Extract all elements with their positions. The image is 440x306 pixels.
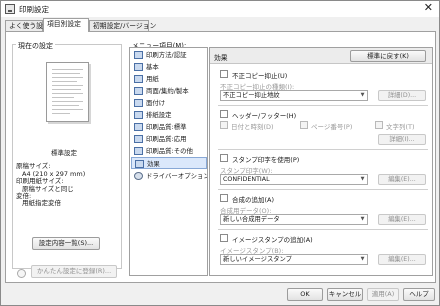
menu-item-label: 面付け bbox=[146, 99, 166, 107]
stamp-label: スタンプ印字を使用(P) bbox=[232, 156, 300, 164]
effects-icon bbox=[135, 160, 144, 168]
image-stamp-value: 新しいイメージスタンプ bbox=[223, 256, 292, 263]
menu-item-quality-other[interactable]: 印刷品質:その他 bbox=[131, 145, 207, 157]
overlay-label: 合成の追加(A) bbox=[232, 196, 275, 204]
date-time-checkbox[interactable] bbox=[220, 121, 228, 129]
basic-icon bbox=[134, 63, 143, 71]
summary-line: 用紙指定変倍 bbox=[22, 199, 61, 208]
print-settings-window: 印刷設定 ✕ よく使う設定 項目別設定 初期設定/バージョン 現在の設定 標準設… bbox=[0, 0, 440, 306]
page-number-checkbox[interactable] bbox=[300, 121, 308, 129]
output-icon bbox=[134, 111, 143, 119]
print-method-icon bbox=[134, 51, 143, 59]
copy-guard-type-value: 不正コピー抑止地紋 bbox=[223, 92, 280, 99]
copy-guard-type-select[interactable]: 不正コピー抑止地紋 ▼ bbox=[220, 90, 368, 101]
paper-icon bbox=[134, 75, 143, 83]
menu-item-label: 用紙 bbox=[146, 75, 159, 83]
effects-title: 効果 bbox=[214, 54, 228, 62]
menu-item-imposition[interactable]: 面付け bbox=[131, 97, 207, 109]
image-stamp-label: イメージスタンプの追加(A) bbox=[232, 236, 313, 244]
menu-item-driver-options[interactable]: ドライバーオプション bbox=[131, 170, 207, 182]
menu-item-label: 印刷方法/認証 bbox=[146, 51, 187, 59]
menu-item-output[interactable]: 排紙設定 bbox=[131, 109, 207, 121]
menu-item-basic[interactable]: 基本 bbox=[131, 61, 207, 73]
menu-item-label: 基本 bbox=[146, 63, 159, 71]
menu-item-label: 排紙設定 bbox=[146, 111, 172, 119]
header-footer-label: ヘッダー/フッター(H) bbox=[232, 112, 297, 120]
divider bbox=[218, 149, 428, 150]
date-time-label: 日付と時刻(D) bbox=[231, 123, 274, 131]
page-preview bbox=[46, 62, 89, 122]
cancel-button[interactable]: キャンセル bbox=[327, 288, 363, 301]
title-bar: 印刷設定 ✕ bbox=[1, 1, 439, 17]
tab-initial-settings-version[interactable]: 初期設定/バージョン bbox=[89, 20, 156, 31]
menu-list: 印刷方法/認証 基本 用紙 両面/集約/製本 面付け 排紙設定 印刷品質:標準 … bbox=[129, 47, 208, 276]
menu-item-label: 印刷品質:その他 bbox=[146, 147, 193, 155]
menu-item-label: 印刷品質:応用 bbox=[146, 135, 187, 143]
menu-item-label: 効果 bbox=[147, 160, 160, 168]
quality-advanced-icon bbox=[134, 135, 143, 143]
stamp-select[interactable]: CONFIDENTIAL ▼ bbox=[220, 174, 368, 185]
copy-guard-checkbox[interactable] bbox=[220, 70, 228, 78]
divider bbox=[218, 189, 428, 190]
chevron-down-icon: ▼ bbox=[360, 216, 365, 222]
imposition-icon bbox=[134, 99, 143, 107]
duplex-icon bbox=[134, 87, 143, 95]
chevron-down-icon: ▼ bbox=[360, 256, 365, 262]
menu-item-label: 両面/集約/製本 bbox=[146, 87, 189, 95]
header-footer-checkbox[interactable] bbox=[220, 110, 228, 118]
chevron-down-icon: ▼ bbox=[360, 176, 365, 182]
divider bbox=[218, 229, 428, 230]
text-string-checkbox[interactable] bbox=[375, 121, 383, 129]
summary-title: 標準設定 bbox=[51, 149, 77, 157]
image-stamp-edit-button[interactable]: 編集(E)... bbox=[378, 254, 426, 265]
quality-standard-icon bbox=[134, 123, 143, 131]
stamp-edit-button[interactable]: 編集(E)... bbox=[378, 174, 426, 185]
menu-item-quality-standard[interactable]: 印刷品質:標準 bbox=[131, 121, 207, 133]
tab-item-settings[interactable]: 項目別設定 bbox=[43, 18, 89, 32]
close-icon[interactable]: ✕ bbox=[424, 2, 433, 14]
page-number-label: ページ番号(P) bbox=[311, 123, 353, 131]
settings-list-button[interactable]: 設定内容一覧(S)... bbox=[32, 237, 100, 250]
stamp-value: CONFIDENTIAL bbox=[223, 176, 270, 183]
menu-item-label: 印刷品質:標準 bbox=[146, 123, 187, 131]
text-string-label: 文字列(T) bbox=[386, 123, 415, 131]
gear-icon bbox=[134, 172, 143, 180]
effects-header: 効果 標準に戻す(K) bbox=[210, 48, 432, 64]
tab-content: 現在の設定 標準設定 原稿サイズ: A4 (210 x 297 mm) 印刷用紙… bbox=[5, 31, 436, 283]
menu-item-label: ドライバーオプション bbox=[146, 172, 207, 180]
menu-item-paper[interactable]: 用紙 bbox=[131, 73, 207, 85]
image-stamp-select[interactable]: 新しいイメージスタンプ ▼ bbox=[220, 254, 368, 265]
menu-item-effects[interactable]: 効果 bbox=[131, 157, 207, 169]
image-stamp-checkbox[interactable] bbox=[220, 234, 228, 242]
current-settings-title: 現在の設定 bbox=[16, 41, 55, 51]
window-title: 印刷設定 bbox=[19, 5, 49, 14]
stamp-checkbox[interactable] bbox=[220, 154, 228, 162]
menu-item-duplex[interactable]: 両面/集約/製本 bbox=[131, 85, 207, 97]
header-footer-detail-button[interactable]: 詳細(I)... bbox=[378, 134, 426, 145]
menu-item-quality-advanced[interactable]: 印刷品質:応用 bbox=[131, 133, 207, 145]
overlay-value: 新しい合成用データ bbox=[223, 216, 280, 223]
settings-summary: 標準設定 原稿サイズ: A4 (210 x 297 mm) 印刷用紙サイズ: 原… bbox=[16, 149, 112, 208]
quality-other-icon bbox=[134, 147, 143, 155]
register-quick-settings-button[interactable]: かんたん設定に登録(R)... bbox=[31, 265, 117, 278]
copy-guard-label: 不正コピー抑止(U) bbox=[232, 72, 288, 80]
chevron-down-icon: ▼ bbox=[360, 92, 365, 98]
register-radio bbox=[17, 269, 26, 278]
overlay-select[interactable]: 新しい合成用データ ▼ bbox=[220, 214, 368, 225]
restore-defaults-button[interactable]: 標準に戻す(K) bbox=[350, 50, 426, 62]
menu-item-print-method[interactable]: 印刷方法/認証 bbox=[131, 49, 207, 61]
overlay-checkbox[interactable] bbox=[220, 194, 228, 202]
apply-button[interactable]: 適用(A) bbox=[367, 288, 399, 301]
tab-frequent-settings[interactable]: よく使う設定 bbox=[5, 20, 50, 31]
divider bbox=[218, 105, 428, 106]
help-button[interactable]: ヘルプ bbox=[403, 288, 435, 301]
ok-button[interactable]: OK bbox=[287, 288, 323, 301]
overlay-edit-button[interactable]: 編集(E)... bbox=[378, 214, 426, 225]
effects-panel: 効果 標準に戻す(K) 不正コピー抑止(U) 不正コピー抑止の種類(I): 不正… bbox=[209, 47, 433, 276]
printer-icon bbox=[5, 4, 15, 14]
copy-guard-detail-button[interactable]: 詳細(D)... bbox=[378, 90, 426, 101]
